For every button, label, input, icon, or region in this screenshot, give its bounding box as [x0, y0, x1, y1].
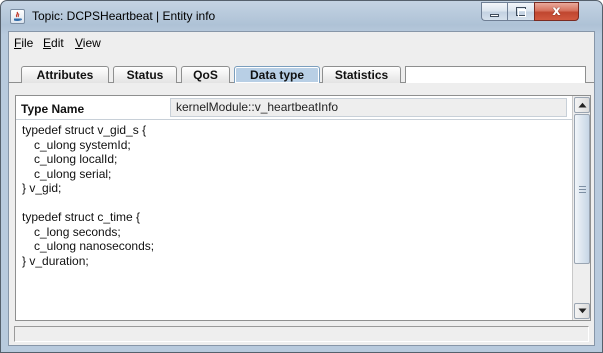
code-line: } v_duration;: [22, 253, 89, 268]
java-app-icon: [10, 9, 25, 24]
scrollbar-thumb[interactable]: [574, 114, 590, 264]
menu-view[interactable]: View: [75, 36, 101, 50]
menu-edit[interactable]: Edit: [43, 36, 64, 50]
code-line: typedef struct v_gid_s {: [22, 123, 147, 137]
vertical-scrollbar[interactable]: [572, 96, 590, 320]
type-definition-text[interactable]: typedef struct v_gid_s {c_ulong systemId…: [22, 123, 154, 268]
code-line: } v_gid;: [22, 181, 62, 195]
tab-attributes[interactable]: Attributes: [21, 66, 109, 83]
tab-status[interactable]: Status: [113, 66, 177, 83]
arrow-up-icon: [578, 102, 587, 108]
tab-strip: Attributes Status QoS Data type Statisti…: [9, 56, 594, 84]
title-bar[interactable]: Topic: DCPSHeartbeat | Entity info x: [1, 1, 602, 31]
code-line: typedef struct c_time {: [22, 210, 141, 224]
code-line: c_long seconds;: [34, 224, 121, 239]
code-line: c_ulong systemId;: [34, 137, 131, 152]
entity-info-window: Topic: DCPSHeartbeat | Entity info x Fil…: [0, 0, 603, 353]
code-line: c_ulong localId;: [34, 152, 118, 166]
caption-buttons: x: [481, 2, 579, 22]
code-line: c_ulong nanoseconds;: [34, 239, 155, 253]
minimize-icon: [490, 14, 499, 17]
tab-status-label: Status: [126, 68, 164, 82]
tab-attributes-label: Attributes: [36, 68, 94, 82]
tab-qos-label: QoS: [193, 68, 218, 82]
menu-file[interactable]: File: [14, 36, 33, 50]
tab-statistics[interactable]: Statistics: [322, 66, 401, 83]
data-type-panel: Type Name kernelModule::v_heartbeatInfo …: [15, 95, 591, 321]
menu-bar: File Edit View: [9, 32, 594, 54]
tab-data-type-label: Data type: [249, 68, 305, 82]
close-icon: x: [552, 4, 561, 19]
menu-edit-label: dit: [51, 36, 64, 50]
tab-data-type[interactable]: Data type: [234, 66, 320, 83]
scroll-up-button[interactable]: [574, 97, 590, 113]
tab-statistics-label: Statistics: [334, 68, 389, 82]
scroll-down-button[interactable]: [574, 303, 590, 319]
grip-line: [579, 192, 586, 193]
minimize-button[interactable]: [481, 2, 507, 21]
menu-view-mnemonic: V: [75, 36, 83, 50]
type-name-field[interactable]: kernelModule::v_heartbeatInfo: [170, 98, 567, 117]
close-button[interactable]: x: [534, 2, 579, 21]
type-name-label: Type Name: [21, 102, 85, 116]
maximize-button[interactable]: [507, 2, 534, 21]
tab-qos[interactable]: QoS: [181, 66, 230, 83]
tab-strip-filler: [405, 66, 586, 83]
grip-line: [579, 189, 586, 190]
code-line: c_ulong serial;: [34, 166, 112, 181]
menu-file-label: ile: [21, 36, 34, 50]
arrow-down-icon: [578, 308, 587, 314]
type-name-row: Type Name kernelModule::v_heartbeatInfo: [16, 96, 572, 120]
menu-view-label: iew: [82, 36, 101, 50]
client-area: File Edit View Attributes Status QoS Dat…: [8, 31, 595, 346]
maximize-icon: [516, 7, 526, 17]
window-title: Topic: DCPSHeartbeat | Entity info: [32, 9, 216, 23]
menu-edit-mnemonic: E: [43, 36, 52, 50]
grip-line: [579, 186, 586, 187]
status-bar: [9, 325, 594, 345]
status-field: [14, 326, 589, 342]
